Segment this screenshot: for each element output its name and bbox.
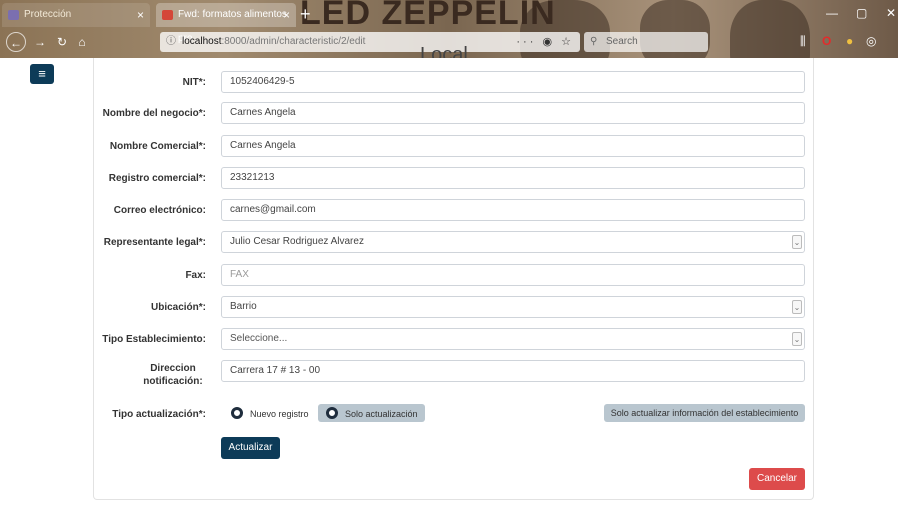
bookmark-star-icon[interactable]: ☆ bbox=[561, 36, 574, 48]
vpn-icon[interactable]: ◎ bbox=[866, 34, 876, 48]
browser-tab[interactable]: Protección × bbox=[2, 3, 150, 27]
field-label: Nombre Comercial*: bbox=[109, 141, 206, 152]
establishment-type-select[interactable]: Seleccione... ⌄ bbox=[221, 328, 805, 350]
extension-icon[interactable]: ● bbox=[846, 34, 853, 48]
business-name-input[interactable]: Carnes Angela bbox=[221, 102, 805, 124]
browser-tab-active[interactable]: Fwd: formatos alimentos pro × bbox=[156, 3, 296, 44]
field-label: Correo electrónico: bbox=[113, 205, 206, 216]
close-window-icon[interactable]: ✕ bbox=[886, 6, 896, 20]
fax-input[interactable]: FAX bbox=[221, 264, 805, 286]
tab-title: Protección bbox=[24, 9, 72, 20]
email-field[interactable]: carnes@gmail.com bbox=[221, 199, 805, 221]
chevron-down-icon: ⌄ bbox=[792, 332, 802, 346]
new-tab-icon[interactable]: + bbox=[300, 4, 311, 25]
url-actions: ··· ◉ ☆ bbox=[516, 32, 574, 52]
library-icon[interactable]: ⫼ bbox=[800, 34, 806, 49]
cancel-button[interactable]: Cancelar bbox=[749, 468, 805, 490]
info-icon[interactable]: ⓘ bbox=[166, 32, 176, 52]
chevron-down-icon: ⌄ bbox=[792, 235, 802, 249]
maximize-icon[interactable]: ▢ bbox=[856, 6, 867, 20]
url-host: localhost bbox=[182, 36, 222, 47]
url-path: :8000/admin/characteristic/2/edit bbox=[221, 36, 366, 47]
radio-new-record[interactable] bbox=[231, 407, 243, 419]
field-label: Direccion notificación: bbox=[143, 363, 203, 387]
pocket-icon[interactable]: ◉ bbox=[542, 36, 555, 48]
reload-icon[interactable]: ↻ bbox=[52, 32, 72, 52]
field-label: Representante legal*: bbox=[103, 237, 206, 248]
address-bar[interactable]: ⓘ localhost:8000/admin/characteristic/2/… bbox=[160, 32, 580, 52]
field-label: Nombre del negocio*: bbox=[102, 108, 206, 119]
only-update-establishment-button[interactable]: Solo actualizar información del establec… bbox=[604, 404, 805, 422]
nit-input[interactable]: 1052406429-5 bbox=[221, 71, 805, 93]
search-icon: ⚲ bbox=[590, 36, 598, 47]
select-value: Seleccione... bbox=[230, 333, 288, 344]
field-label: Registro comercial*: bbox=[108, 173, 206, 184]
back-icon[interactable]: ← bbox=[6, 32, 26, 52]
opera-icon[interactable]: O bbox=[822, 34, 831, 48]
chevron-down-icon: ⌄ bbox=[792, 300, 802, 314]
minimize-icon[interactable]: — bbox=[826, 6, 838, 20]
commercial-name-input[interactable]: Carnes Angela bbox=[221, 135, 805, 157]
field-label: NIT*: bbox=[182, 77, 206, 88]
select-value: Julio Cesar Rodriguez Alvarez bbox=[230, 236, 364, 247]
menu-icon[interactable]: ≡ bbox=[30, 64, 54, 84]
close-icon[interactable]: × bbox=[137, 3, 144, 27]
notification-address-input[interactable]: Carrera 17 # 13 - 00 bbox=[221, 360, 805, 382]
page-actions-icon[interactable]: ··· bbox=[516, 36, 536, 48]
close-icon[interactable]: × bbox=[283, 3, 290, 27]
radio-only-update[interactable] bbox=[326, 407, 338, 419]
forward-icon[interactable]: → bbox=[30, 32, 50, 52]
select-value: Barrio bbox=[230, 301, 257, 312]
radio-label: Nuevo registro bbox=[250, 409, 309, 419]
update-button[interactable]: Actualizar bbox=[221, 437, 280, 459]
gmail-icon bbox=[162, 10, 173, 20]
home-icon[interactable]: ⌂ bbox=[72, 32, 92, 52]
form-card: NIT*: 1052406429-5 Nombre del negocio*: … bbox=[93, 58, 814, 500]
tab-favicon-icon bbox=[8, 10, 19, 20]
legal-representative-select[interactable]: Julio Cesar Rodriguez Alvarez ⌄ bbox=[221, 231, 805, 253]
commercial-registry-input[interactable]: 23321213 bbox=[221, 167, 805, 189]
radio-label: Solo actualización bbox=[345, 409, 418, 419]
browser-theme-banner: LED ZEPPELIN bbox=[300, 0, 556, 32]
field-label: Tipo Establecimiento: bbox=[102, 334, 206, 345]
field-label: Tipo actualización*: bbox=[112, 409, 206, 420]
field-label: Ubicación*: bbox=[150, 302, 206, 313]
search-placeholder: Search bbox=[606, 36, 638, 47]
field-label: Fax: bbox=[185, 270, 206, 281]
search-bar[interactable]: ⚲ Search bbox=[584, 32, 708, 52]
location-select[interactable]: Barrio ⌄ bbox=[221, 296, 805, 318]
